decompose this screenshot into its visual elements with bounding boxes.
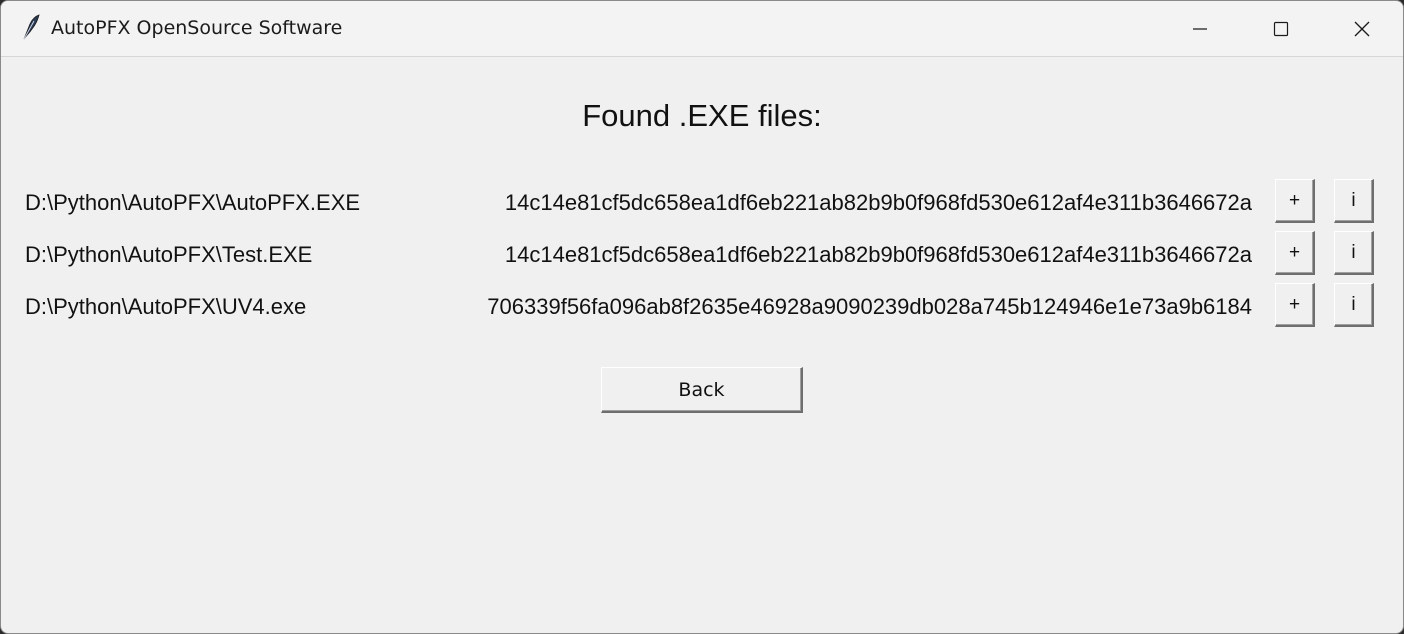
minimize-icon [1192,21,1208,37]
back-button[interactable]: Back [601,367,803,413]
add-button[interactable]: + [1275,231,1315,275]
window-title: AutoPFX OpenSource Software [51,17,343,39]
file-row: D:\Python\AutoPFX\UV4.exe 706339f56fa096… [1,283,1403,329]
file-path: D:\Python\AutoPFX\UV4.exe [25,294,307,319]
main-content: Found .EXE files: D:\Python\AutoPFX\Auto… [1,57,1403,633]
title-bar[interactable]: AutoPFX OpenSource Software [1,1,1403,57]
close-icon [1353,20,1371,38]
add-button[interactable]: + [1275,179,1315,223]
add-button[interactable]: + [1275,283,1315,327]
file-path: D:\Python\AutoPFX\AutoPFX.EXE [25,190,361,215]
file-hash: 14c14e81cf5dc658ea1df6eb221ab82b9b0f968f… [504,242,1252,267]
info-button[interactable]: i [1334,283,1374,327]
maximize-button[interactable] [1241,1,1321,56]
close-button[interactable] [1322,1,1402,56]
info-button[interactable]: i [1334,231,1374,275]
page-heading: Found .EXE files: [582,98,822,133]
app-window: AutoPFX OpenSource Software Found .EXE f… [0,0,1404,634]
minimize-button[interactable] [1160,1,1240,56]
maximize-icon [1273,21,1289,37]
file-row: D:\Python\AutoPFX\AutoPFX.EXE 14c14e81cf… [1,179,1403,225]
file-hash: 14c14e81cf5dc658ea1df6eb221ab82b9b0f968f… [504,190,1252,215]
file-row: D:\Python\AutoPFX\Test.EXE 14c14e81cf5dc… [1,231,1403,277]
file-hash: 706339f56fa096ab8f2635e46928a9090239db02… [487,294,1252,319]
feather-icon [21,14,41,40]
file-path: D:\Python\AutoPFX\Test.EXE [25,242,313,267]
info-button[interactable]: i [1334,179,1374,223]
